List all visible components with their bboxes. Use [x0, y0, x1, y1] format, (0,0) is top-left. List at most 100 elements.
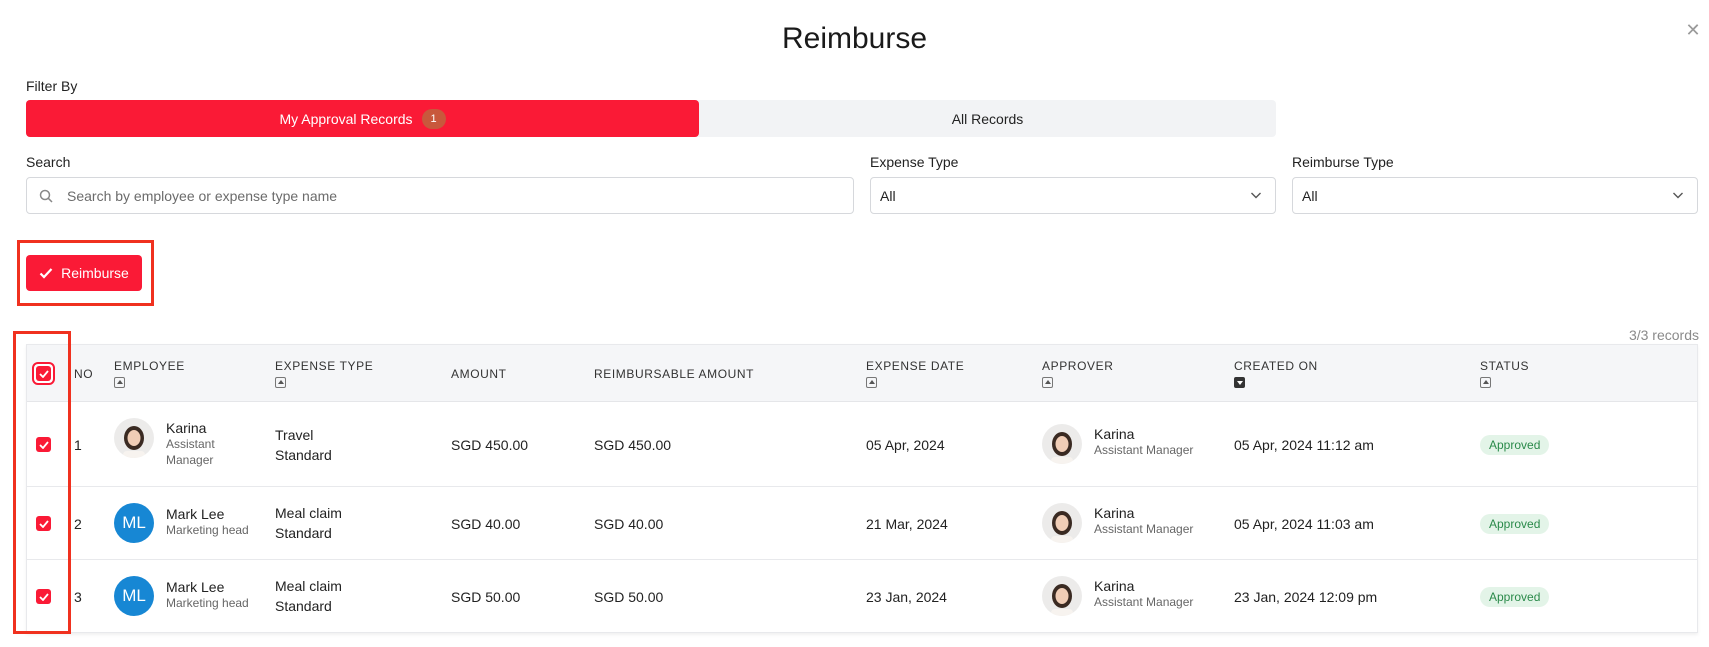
- approver-name: Karina: [1094, 426, 1135, 442]
- col-header-expense-date[interactable]: EXPENSE DATE: [866, 359, 964, 388]
- employee-name: Karina: [166, 420, 207, 436]
- status-badge: Approved: [1480, 514, 1550, 534]
- row-number: 1: [74, 437, 82, 453]
- avatar: ML: [114, 503, 154, 543]
- filter-tabs: My Approval Records 1 All Records: [26, 100, 1276, 137]
- sort-icon: [1234, 377, 1245, 388]
- expense-date: 23 Jan, 2024: [866, 589, 947, 605]
- reimburse-type-value: All: [1302, 187, 1318, 204]
- approver-info: Karina Assistant Manager: [1094, 426, 1193, 458]
- col-header-employee[interactable]: EMPLOYEE: [114, 359, 185, 388]
- expense-type: Meal claim Standard: [275, 503, 342, 543]
- records-count: 3/3 records: [1628, 327, 1699, 343]
- approver-name: Karina: [1094, 505, 1135, 521]
- created-on: 05 Apr, 2024 11:03 am: [1234, 516, 1374, 532]
- expense-type-name: Meal claim: [275, 505, 342, 521]
- expense-type: Meal claim Standard: [275, 576, 342, 616]
- reimbursable-amount: SGD 450.00: [594, 437, 672, 453]
- expense-type-select[interactable]: All: [870, 177, 1276, 214]
- chevron-down-icon: [1251, 192, 1261, 199]
- search-input[interactable]: Search by employee or expense type name: [26, 177, 854, 214]
- col-header-label: EXPENSE TYPE: [275, 359, 374, 373]
- sort-icon: [275, 377, 286, 388]
- expense-type: Travel Standard: [275, 425, 332, 465]
- table-header: NO EMPLOYEE EXPENSE TYPE AMOUNT REIMBURS…: [27, 345, 1697, 402]
- approver-info: Karina Assistant Manager: [1094, 578, 1193, 610]
- expense-type-category: Standard: [275, 525, 332, 541]
- reimburse-type-label: Reimburse Type: [1292, 154, 1394, 170]
- col-header-reimbursable-amount: REIMBURSABLE AMOUNT: [594, 367, 755, 381]
- reimburse-button[interactable]: Reimburse: [26, 255, 142, 291]
- expense-type-name: Meal claim: [275, 578, 342, 594]
- employee-role: Marketing head: [166, 596, 249, 610]
- expense-type-label: Expense Type: [870, 154, 959, 170]
- approver-role: Assistant Manager: [1094, 522, 1194, 536]
- approver-info: Karina Assistant Manager: [1094, 505, 1193, 537]
- tab-label: My Approval Records: [279, 110, 413, 127]
- approver-avatar: [1042, 576, 1082, 616]
- tab-label: All Records: [951, 110, 1024, 127]
- status-badge: Approved: [1480, 435, 1550, 455]
- employee-role-line1: Assistant: [166, 437, 215, 451]
- col-header-no: NO: [74, 367, 94, 381]
- sort-icon: [866, 377, 877, 388]
- reimbursable-amount: SGD 50.00: [594, 589, 664, 605]
- row-number: 3: [74, 589, 82, 605]
- chevron-down-icon: [1673, 192, 1683, 199]
- amount: SGD 40.00: [451, 516, 521, 532]
- expense-type-value: All: [880, 187, 896, 204]
- col-header-created-on[interactable]: CREATED ON: [1234, 359, 1318, 388]
- approver-avatar: [1042, 503, 1082, 543]
- search-label: Search: [26, 154, 71, 170]
- avatar-photo: [114, 418, 154, 458]
- filter-by-label: Filter By: [26, 78, 78, 94]
- employee-info: Karina Assistant Manager: [166, 420, 215, 468]
- col-header-expense-type[interactable]: EXPENSE TYPE: [275, 359, 373, 388]
- amount: SGD 50.00: [451, 589, 521, 605]
- approver-name: Karina: [1094, 578, 1135, 594]
- reimburse-type-select[interactable]: All: [1292, 177, 1698, 214]
- search-icon: [39, 189, 53, 203]
- employee-name: Mark Lee: [166, 579, 225, 595]
- avatar-photo: [1042, 424, 1082, 464]
- col-header-label: EMPLOYEE: [114, 359, 185, 373]
- checkbox-column-highlight: [13, 331, 71, 634]
- expense-date: 21 Mar, 2024: [866, 516, 948, 532]
- check-icon: [39, 268, 53, 279]
- close-icon[interactable]: ✕: [1685, 20, 1701, 40]
- col-header-amount: AMOUNT: [451, 367, 507, 381]
- created-on: 23 Jan, 2024 12:09 pm: [1234, 589, 1378, 605]
- avatar: ML: [114, 576, 154, 616]
- col-header-approver[interactable]: APPROVER: [1042, 359, 1114, 388]
- approver-avatar: [1042, 424, 1082, 464]
- created-on: 05 Apr, 2024 11:12 am: [1234, 437, 1374, 453]
- modal-title: Reimburse: [781, 22, 928, 55]
- amount: SGD 450.00: [451, 437, 529, 453]
- approver-role: Assistant Manager: [1094, 595, 1194, 609]
- expense-date: 05 Apr, 2024: [866, 437, 945, 453]
- expense-type-category: Standard: [275, 447, 332, 463]
- employee-info: Mark Lee Marketing head: [166, 506, 249, 538]
- employee-role-line2: Manager: [166, 453, 214, 467]
- avatar-photo: [1042, 576, 1082, 616]
- reimburse-button-label: Reimburse: [61, 265, 129, 281]
- sort-icon: [1480, 377, 1491, 388]
- sort-icon: [1042, 377, 1053, 388]
- table-row: 3 ML Mark Lee Marketing head Meal claim …: [27, 560, 1697, 633]
- col-header-status[interactable]: STATUS: [1480, 359, 1529, 388]
- search-placeholder: Search by employee or expense type name: [67, 187, 338, 204]
- employee-info: Mark Lee Marketing head: [166, 579, 249, 611]
- row-number: 2: [74, 516, 82, 532]
- tab-my-approval-records[interactable]: My Approval Records 1: [26, 100, 699, 137]
- col-header-label: APPROVER: [1042, 359, 1114, 373]
- tab-all-records[interactable]: All Records: [699, 100, 1276, 137]
- avatar: [114, 418, 154, 458]
- col-header-label: CREATED ON: [1234, 359, 1318, 373]
- avatar-photo: [1042, 503, 1082, 543]
- expense-type-name: Travel: [275, 427, 314, 443]
- employee-name: Mark Lee: [166, 506, 225, 522]
- expense-type-category: Standard: [275, 598, 332, 614]
- sort-icon: [114, 377, 125, 388]
- table-row: 2 ML Mark Lee Marketing head Meal claim …: [27, 487, 1697, 560]
- status-badge: Approved: [1480, 587, 1550, 607]
